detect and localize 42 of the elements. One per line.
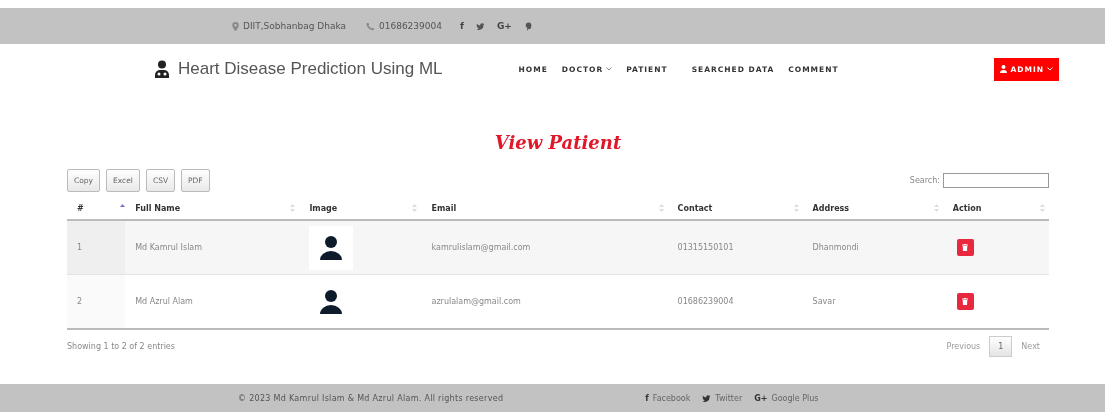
table-cell: kamrulislam@gmail.com: [421, 220, 668, 275]
table-cell: 01686239004: [667, 274, 803, 329]
location-pin-icon: [232, 21, 239, 31]
page-link[interactable]: Previous: [937, 336, 990, 357]
entries-info: Showing 1 to 2 of 2 entries: [67, 342, 175, 351]
doctor-icon: [154, 60, 170, 78]
phone-icon: [366, 21, 375, 31]
twitter-bird-icon[interactable]: [475, 21, 485, 31]
twitter-bird-icon: [702, 393, 712, 403]
table-cell: Md Kamrul Islam: [125, 220, 300, 275]
page-link[interactable]: Next: [1012, 336, 1049, 357]
caret-icon: [606, 67, 613, 71]
page-title: View Patient: [493, 132, 623, 155]
table-cell: 01315150101: [667, 220, 803, 275]
search-field[interactable]: [943, 173, 1049, 188]
table-cell: Savar: [802, 274, 943, 329]
social-link[interactable]: Facebook: [652, 393, 691, 403]
page-link[interactable]: 1: [989, 336, 1013, 357]
trash-icon: [962, 244, 969, 251]
table-cell: Dhanmondi: [802, 220, 943, 275]
social-link[interactable]: Twitter: [715, 393, 743, 403]
user-icon: [1000, 65, 1008, 73]
table-cell: azrulalam@gmail.com: [421, 274, 668, 329]
address-text: DIIT,Sobhanbag Dhaka: [243, 21, 346, 31]
site-title: Heart Disease Prediction Using ML: [178, 59, 443, 79]
google-plus-icon: G+: [754, 393, 768, 403]
copyright-text: © 2023 Md Kamrul Islam & Md Azrul Alam. All rights reserved: [238, 393, 504, 403]
google-plus-icon[interactable]: G+: [496, 21, 512, 31]
trash-icon: [962, 298, 969, 305]
search-label: Search:: [909, 176, 940, 185]
table-cell: 1: [67, 220, 126, 275]
table-cell: 2: [67, 274, 126, 329]
phone-text: 01686239004: [379, 21, 442, 31]
avatar-icon: [309, 225, 354, 270]
caret-icon: [1047, 67, 1053, 71]
facebook-icon: f: [645, 393, 649, 403]
pin-icon[interactable]: [523, 21, 533, 31]
facebook-icon[interactable]: f: [460, 21, 464, 31]
table-cell: Md Azrul Alam: [125, 274, 300, 329]
social-link[interactable]: Google Plus: [771, 393, 819, 403]
delete-button[interactable]: [956, 293, 974, 310]
delete-button[interactable]: [956, 239, 974, 256]
